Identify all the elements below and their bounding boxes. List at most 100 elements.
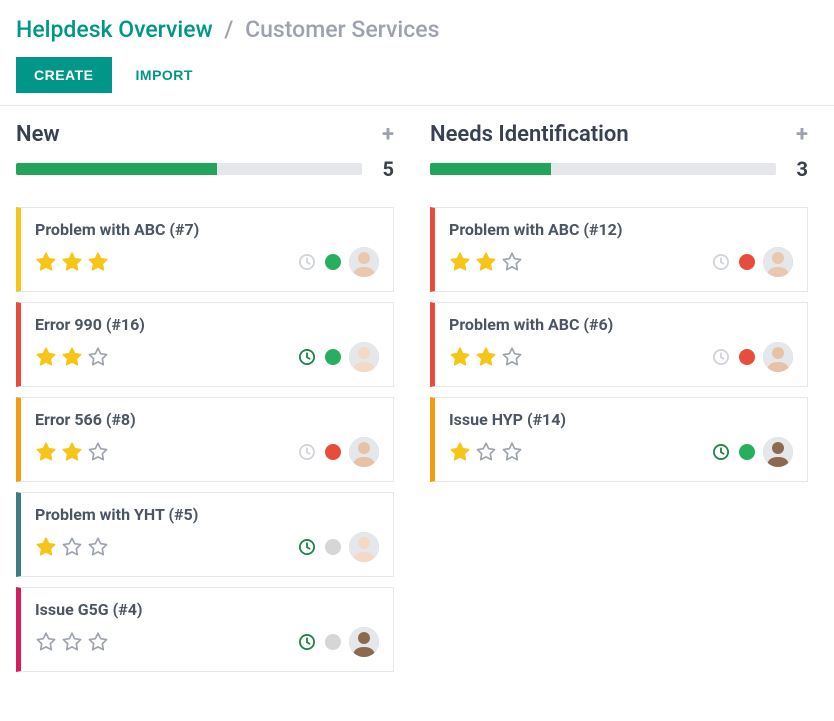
kanban-card[interactable]: Issue HYP (#14) xyxy=(430,397,808,482)
card-row xyxy=(449,437,793,467)
priority-stars[interactable] xyxy=(449,441,523,463)
column-meta: 5 xyxy=(16,157,394,181)
card-right-group xyxy=(297,342,379,372)
clock-icon[interactable] xyxy=(297,632,317,652)
card-row xyxy=(35,532,379,562)
status-dot[interactable] xyxy=(325,539,341,555)
breadcrumb-current: Customer Services xyxy=(245,16,439,43)
column-header: Needs Identification + xyxy=(430,122,808,147)
priority-stars[interactable] xyxy=(35,346,109,368)
import-button[interactable]: IMPORT xyxy=(136,67,193,83)
clock-icon[interactable] xyxy=(711,347,731,367)
avatar[interactable] xyxy=(349,627,379,657)
card-right-group xyxy=(711,342,793,372)
priority-stars[interactable] xyxy=(35,536,109,558)
status-dot[interactable] xyxy=(325,254,341,270)
card-title: Problem with ABC (#7) xyxy=(35,220,379,239)
clock-icon[interactable] xyxy=(297,252,317,272)
star-icon[interactable] xyxy=(475,251,497,273)
avatar[interactable] xyxy=(349,247,379,277)
star-icon[interactable] xyxy=(61,631,83,653)
star-icon[interactable] xyxy=(61,251,83,273)
card-right-group xyxy=(297,532,379,562)
kanban-card[interactable]: Problem with YHT (#5) xyxy=(16,492,394,577)
kanban-card[interactable]: Issue G5G (#4) xyxy=(16,587,394,672)
card-title: Error 990 (#16) xyxy=(35,315,379,334)
kanban-card[interactable]: Problem with ABC (#6) xyxy=(430,302,808,387)
column-progress-fill xyxy=(16,163,217,175)
priority-stars[interactable] xyxy=(449,251,523,273)
star-icon[interactable] xyxy=(87,346,109,368)
star-icon[interactable] xyxy=(35,536,57,558)
column-progress xyxy=(16,163,362,175)
star-icon[interactable] xyxy=(35,441,57,463)
star-icon[interactable] xyxy=(501,346,523,368)
priority-stars[interactable] xyxy=(449,346,523,368)
priority-stars[interactable] xyxy=(35,251,109,273)
star-icon[interactable] xyxy=(501,251,523,273)
kanban-card[interactable]: Error 990 (#16) xyxy=(16,302,394,387)
star-icon[interactable] xyxy=(449,251,471,273)
kanban-column: Needs Identification + 3 Problem with AB… xyxy=(430,122,808,672)
status-dot[interactable] xyxy=(325,444,341,460)
column-cards: Problem with ABC (#7) Error 990 (#16) xyxy=(16,207,394,672)
kanban-column: New + 5 Problem with ABC (#7) xyxy=(16,122,394,672)
star-icon[interactable] xyxy=(35,631,57,653)
card-right-group xyxy=(297,247,379,277)
star-icon[interactable] xyxy=(61,536,83,558)
avatar[interactable] xyxy=(763,342,793,372)
card-right-group xyxy=(711,247,793,277)
star-icon[interactable] xyxy=(475,346,497,368)
add-card-icon[interactable]: + xyxy=(382,124,394,146)
header: Helpdesk Overview / Customer Services CR… xyxy=(0,0,834,106)
star-icon[interactable] xyxy=(449,346,471,368)
avatar[interactable] xyxy=(349,437,379,467)
column-cards: Problem with ABC (#12) Problem with ABC … xyxy=(430,207,808,482)
card-title: Error 566 (#8) xyxy=(35,410,379,429)
star-icon[interactable] xyxy=(87,631,109,653)
star-icon[interactable] xyxy=(87,251,109,273)
card-title: Issue G5G (#4) xyxy=(35,600,379,619)
kanban-card[interactable]: Problem with ABC (#12) xyxy=(430,207,808,292)
status-dot[interactable] xyxy=(739,254,755,270)
avatar[interactable] xyxy=(763,247,793,277)
kanban-board: New + 5 Problem with ABC (#7) xyxy=(0,106,834,696)
clock-icon[interactable] xyxy=(297,347,317,367)
clock-icon[interactable] xyxy=(711,252,731,272)
breadcrumb-root-link[interactable]: Helpdesk Overview xyxy=(16,16,213,43)
clock-icon[interactable] xyxy=(297,537,317,557)
star-icon[interactable] xyxy=(475,441,497,463)
action-bar: CREATE IMPORT xyxy=(16,57,818,93)
clock-icon[interactable] xyxy=(711,442,731,462)
status-dot[interactable] xyxy=(325,634,341,650)
star-icon[interactable] xyxy=(35,346,57,368)
star-icon[interactable] xyxy=(501,441,523,463)
column-progress xyxy=(430,163,776,175)
card-row xyxy=(35,342,379,372)
clock-icon[interactable] xyxy=(297,442,317,462)
card-right-group xyxy=(711,437,793,467)
column-meta: 3 xyxy=(430,157,808,181)
card-row xyxy=(35,437,379,467)
star-icon[interactable] xyxy=(87,536,109,558)
star-icon[interactable] xyxy=(449,441,471,463)
card-title: Problem with ABC (#6) xyxy=(449,315,793,334)
priority-stars[interactable] xyxy=(35,631,109,653)
kanban-card[interactable]: Error 566 (#8) xyxy=(16,397,394,482)
star-icon[interactable] xyxy=(61,441,83,463)
column-progress-fill xyxy=(430,163,551,175)
star-icon[interactable] xyxy=(61,346,83,368)
star-icon[interactable] xyxy=(87,441,109,463)
breadcrumb: Helpdesk Overview / Customer Services xyxy=(16,16,818,43)
priority-stars[interactable] xyxy=(35,441,109,463)
star-icon[interactable] xyxy=(35,251,57,273)
status-dot[interactable] xyxy=(739,349,755,365)
status-dot[interactable] xyxy=(739,444,755,460)
status-dot[interactable] xyxy=(325,349,341,365)
avatar[interactable] xyxy=(349,532,379,562)
create-button[interactable]: CREATE xyxy=(16,57,112,93)
avatar[interactable] xyxy=(349,342,379,372)
avatar[interactable] xyxy=(763,437,793,467)
kanban-card[interactable]: Problem with ABC (#7) xyxy=(16,207,394,292)
add-card-icon[interactable]: + xyxy=(796,124,808,146)
